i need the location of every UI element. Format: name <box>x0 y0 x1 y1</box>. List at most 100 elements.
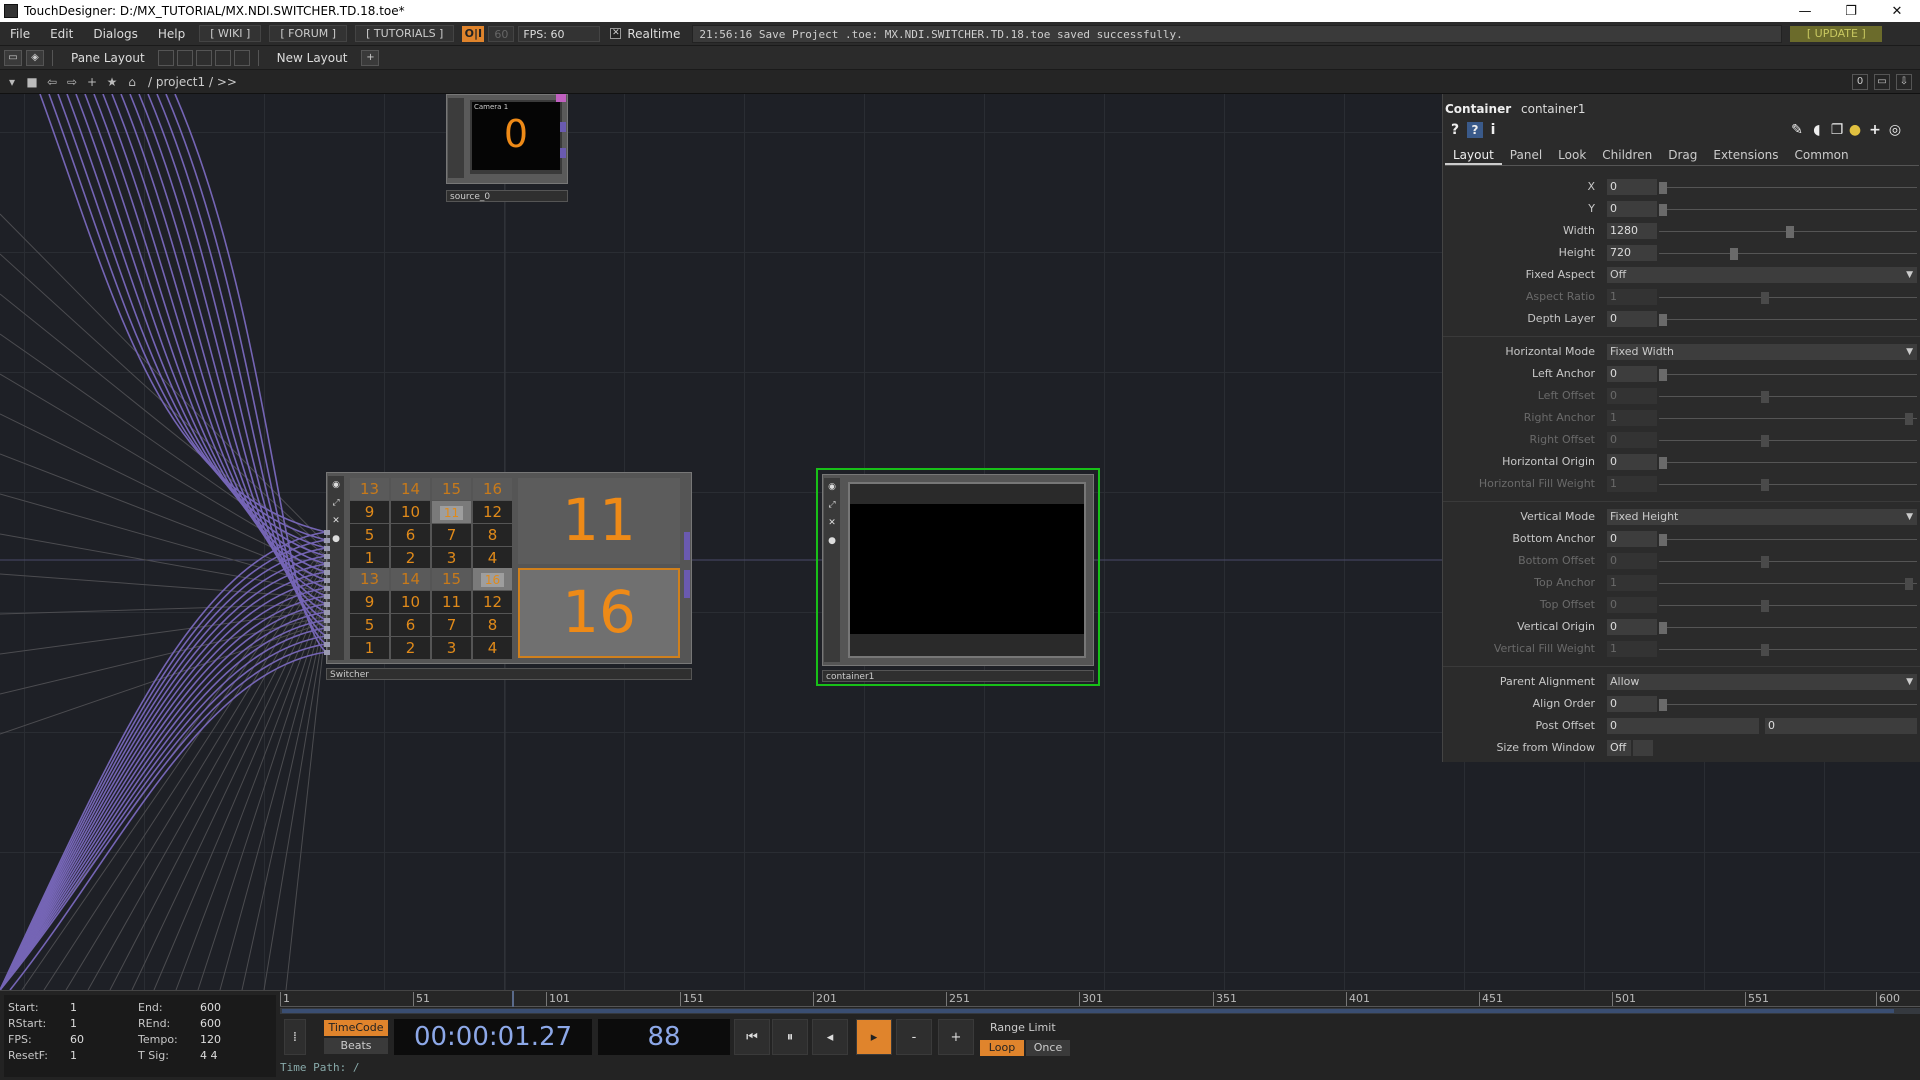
wiki-link[interactable]: [ WIKI ] <box>199 25 262 42</box>
switcher-cell[interactable]: 12 <box>473 501 512 523</box>
switcher-cell[interactable]: 9 <box>350 501 389 523</box>
switcher-cell[interactable]: 3 <box>432 547 471 569</box>
switcher-cell[interactable]: 15 <box>432 568 471 590</box>
time-info-value[interactable]: 1 <box>70 1017 77 1030</box>
param-toggle[interactable]: Off <box>1607 740 1631 756</box>
input-wire[interactable] <box>66 94 327 557</box>
switcher-cell[interactable]: 8 <box>473 614 512 636</box>
param-menu[interactable]: Fixed Width ▼ <box>1607 344 1917 360</box>
switcher-input-connectors[interactable] <box>324 530 330 660</box>
close-button[interactable]: ✕ <box>1874 0 1920 22</box>
switcher-cell[interactable]: 1 <box>350 547 389 569</box>
delete-icon[interactable]: ✕ <box>827 518 837 528</box>
once-button[interactable]: Once <box>1026 1040 1070 1056</box>
time-info-value[interactable]: 600 <box>200 1001 221 1014</box>
param-slider[interactable] <box>1659 209 1917 210</box>
input-connector[interactable] <box>324 530 330 535</box>
input-wire[interactable] <box>0 587 327 990</box>
switcher-cell[interactable]: 13 <box>350 568 389 590</box>
switcher-cell[interactable]: 15 <box>432 478 471 500</box>
viewer-icon[interactable]: ◉ <box>827 482 837 492</box>
switcher-cell[interactable]: 11 <box>432 501 471 523</box>
slider-knob[interactable] <box>1730 248 1738 260</box>
timecode-button[interactable]: TimeCode <box>324 1020 388 1036</box>
target-icon[interactable]: ◎ <box>1887 122 1903 138</box>
time-info-value[interactable]: 4 4 <box>200 1049 218 1062</box>
menu-file[interactable]: File <box>0 27 40 41</box>
switcher-cell[interactable]: 11 <box>432 591 471 613</box>
input-connector[interactable] <box>324 610 330 615</box>
bypass-icon[interactable]: ⤢ <box>827 500 837 510</box>
layout-quad-icon[interactable] <box>233 49 250 66</box>
maximize-button[interactable]: ❐ <box>1828 0 1874 22</box>
switcher-cell[interactable]: 2 <box>391 637 430 659</box>
pane-type-icon[interactable]: ▭ <box>4 49 22 66</box>
param-slider[interactable] <box>1659 462 1917 463</box>
input-wire[interactable] <box>102 94 327 589</box>
home-icon[interactable]: ⌂ <box>124 74 140 90</box>
param-menu[interactable]: Allow ▼ <box>1607 674 1917 690</box>
minimize-button[interactable]: — <box>1782 0 1828 22</box>
switcher-cell[interactable]: 7 <box>432 524 471 546</box>
param-field[interactable]: 720 <box>1607 245 1657 261</box>
stop-icon[interactable]: ■ <box>24 74 40 90</box>
python-icon[interactable]: ● <box>1847 122 1863 138</box>
download-icon[interactable]: ⇩ <box>1896 74 1912 90</box>
new-layout-button[interactable]: New Layout <box>277 51 348 65</box>
perform-toggle[interactable]: O|I <box>462 25 485 42</box>
slider-knob[interactable] <box>1659 534 1667 546</box>
layout-three-icon[interactable] <box>214 49 231 66</box>
input-wire[interactable] <box>0 579 327 990</box>
layout-split-v-icon[interactable] <box>176 49 193 66</box>
input-wire[interactable] <box>120 94 327 605</box>
switcher-name[interactable]: Switcher <box>326 668 692 680</box>
param-slider[interactable] <box>1659 319 1917 320</box>
switcher-cell[interactable]: 16 <box>473 478 512 500</box>
switcher-grid-bottom[interactable]: 13 14 15 16 9 10 11 12 5 6 7 8 1 2 3 4 <box>350 568 514 662</box>
switcher-cell[interactable]: 2 <box>391 547 430 569</box>
menu-edit[interactable]: Edit <box>40 27 83 41</box>
input-connector[interactable] <box>324 634 330 639</box>
tab-extensions[interactable]: Extensions <box>1705 146 1786 165</box>
source-name[interactable]: source_0 <box>446 190 568 202</box>
input-connector[interactable] <box>324 562 330 567</box>
tab-panel[interactable]: Panel <box>1502 146 1550 165</box>
menu-help[interactable]: Help <box>148 27 195 41</box>
switcher-cell[interactable]: 7 <box>432 614 471 636</box>
timeline-ruler[interactable]: 1 51 101 151 201 251 301 351 401 451 501 551 600 <box>280 991 1920 1007</box>
fps-max-field[interactable]: 60 <box>488 25 515 42</box>
time-info-value[interactable]: 1 <box>70 1001 77 1014</box>
operator-name[interactable]: container1 <box>1521 102 1586 116</box>
input-connector[interactable] <box>324 578 330 583</box>
switcher-cell[interactable]: 8 <box>473 524 512 546</box>
param-slider[interactable] <box>1659 187 1917 188</box>
param-field[interactable]: 0 <box>1607 179 1657 195</box>
menu-dialogs[interactable]: Dialogs <box>83 27 147 41</box>
range-bar[interactable] <box>280 1008 1920 1014</box>
help-icon[interactable]: ? <box>1447 122 1463 138</box>
tutorials-link[interactable]: [ TUTORIALS ] <box>355 25 455 42</box>
param-field[interactable]: 0 <box>1607 696 1657 712</box>
update-button[interactable]: [ UPDATE ] <box>1790 25 1883 42</box>
loop-button[interactable]: Loop <box>980 1040 1024 1056</box>
slider-knob[interactable] <box>1659 369 1667 381</box>
dropdown-icon[interactable]: ▾ <box>4 74 20 90</box>
input-connector[interactable] <box>324 586 330 591</box>
switcher-cell[interactable]: 10 <box>391 501 430 523</box>
slider-knob[interactable] <box>1659 457 1667 469</box>
switcher-cell[interactable]: 13 <box>350 478 389 500</box>
param-field[interactable]: 0 <box>1765 718 1917 734</box>
play-forward-icon[interactable]: ▸ <box>856 1019 892 1055</box>
time-info-value[interactable]: 1 <box>70 1049 77 1062</box>
container-name[interactable]: container1 <box>822 670 1094 682</box>
param-menu[interactable]: Off ▼ <box>1607 267 1917 283</box>
realtime-checkbox[interactable]: ✕ <box>610 28 622 39</box>
input-connector[interactable] <box>324 546 330 551</box>
viewer-icon[interactable]: ◉ <box>331 480 341 490</box>
step-back-button[interactable]: - <box>896 1019 932 1055</box>
timecode-display[interactable]: 00:00:01.27 <box>394 1019 592 1055</box>
tab-common[interactable]: Common <box>1787 146 1857 165</box>
range-fill[interactable] <box>282 1009 1894 1013</box>
input-wire[interactable] <box>93 94 327 581</box>
tab-drag[interactable]: Drag <box>1660 146 1705 165</box>
